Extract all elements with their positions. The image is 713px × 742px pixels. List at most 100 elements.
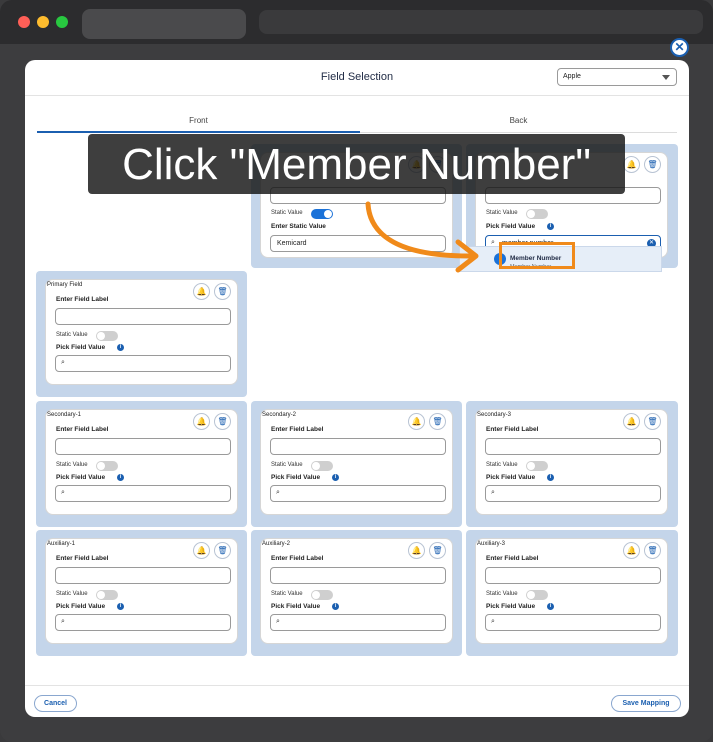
trash-icon[interactable]: 🗑 — [429, 413, 446, 430]
static-value-field-label: Enter Static Value — [271, 223, 326, 230]
pick-field-value-label: Pick Field Value — [486, 474, 536, 481]
address-bar[interactable] — [259, 10, 703, 34]
bell-icon[interactable]: 🔔 — [193, 542, 210, 559]
field-label-input[interactable] — [55, 567, 231, 584]
search-icon: ⌕ — [276, 618, 280, 625]
field-label-input[interactable] — [270, 438, 446, 455]
card-title: Secondary-1 — [47, 412, 82, 418]
save-mapping-button[interactable]: Save Mapping — [611, 695, 681, 712]
trash-icon[interactable]: 🗑 — [644, 413, 661, 430]
pick-field-search-input[interactable]: ⌕ — [55, 355, 231, 372]
search-icon: ⌕ — [61, 359, 65, 366]
info-icon[interactable]: i — [117, 474, 124, 481]
static-value-toggle[interactable] — [311, 461, 333, 471]
pick-field-value-label: Pick Field Value — [56, 474, 106, 481]
pick-field-search-input[interactable]: ⌕ — [485, 485, 661, 502]
field-card: Secondary-1 🔔 🗑 Enter Field Label Static… — [45, 409, 238, 515]
card-title: Secondary-3 — [477, 412, 512, 418]
pick-field-search-input[interactable]: ⌕ — [55, 485, 231, 502]
minimize-window-button[interactable] — [37, 16, 49, 28]
field-label-label: Enter Field Label — [56, 296, 109, 303]
trash-icon[interactable]: 🗑 — [214, 413, 231, 430]
platform-select[interactable]: Apple — [557, 68, 677, 86]
bell-icon[interactable]: 🔔 — [193, 283, 210, 300]
field-label-input[interactable] — [270, 567, 446, 584]
card-title: Auxiliary-1 — [47, 541, 76, 547]
field-card: Secondary-2 🔔 🗑 Enter Field Label Static… — [260, 409, 453, 515]
pick-field-value-label: Pick Field Value — [271, 474, 321, 481]
browser-titlebar — [0, 0, 713, 44]
field-label-label: Enter Field Label — [486, 555, 539, 562]
platform-select-value: Apple — [563, 73, 581, 80]
pick-field-search-input[interactable]: ⌕ — [485, 614, 661, 631]
pick-field-search-input[interactable]: ⌕ — [270, 485, 446, 502]
bell-icon[interactable]: 🔔 — [623, 413, 640, 430]
info-icon[interactable]: i — [117, 344, 124, 351]
pick-field-search-input[interactable]: ⌕ — [270, 614, 446, 631]
info-icon[interactable]: i — [332, 474, 339, 481]
static-value-label: Static Value — [56, 462, 88, 468]
static-value-toggle[interactable] — [526, 209, 548, 219]
pick-field-value-label: Pick Field Value — [271, 603, 321, 610]
static-value-toggle[interactable] — [526, 461, 548, 471]
modal-header: Field Selection Apple — [25, 60, 689, 96]
info-icon[interactable]: i — [332, 603, 339, 610]
field-label-input[interactable] — [485, 567, 661, 584]
app-window: ✕ Field Selection Apple Front Back 🔔 🗑 S… — [0, 0, 713, 742]
search-icon: ⌕ — [491, 618, 495, 625]
field-card: Auxiliary-2 🔔 🗑 Enter Field Label Static… — [260, 538, 453, 644]
card-title: Auxiliary-2 — [262, 541, 291, 547]
trash-icon[interactable]: 🗑 — [644, 542, 661, 559]
modal-footer: Cancel Save Mapping — [25, 685, 689, 717]
auxiliary-1-panel: Auxiliary-1 🔔 🗑 Enter Field Label Static… — [36, 530, 247, 656]
browser-tab[interactable] — [82, 9, 246, 39]
trash-icon[interactable]: 🗑 — [214, 542, 231, 559]
card-title: Secondary-2 — [262, 412, 297, 418]
card-title: Primary Field — [47, 282, 83, 288]
field-card: Primary Field 🔔 🗑 Enter Field Label Stat… — [45, 279, 238, 385]
pick-field-search-input[interactable]: ⌕ — [55, 614, 231, 631]
auxiliary-2-panel: Auxiliary-2 🔔 🗑 Enter Field Label Static… — [251, 530, 462, 656]
search-icon: ⌕ — [276, 489, 280, 496]
auxiliary-3-panel: Auxiliary-3 🔔 🗑 Enter Field Label Static… — [466, 530, 678, 656]
bell-icon[interactable]: 🔔 — [623, 542, 640, 559]
trash-icon[interactable]: 🗑 — [429, 542, 446, 559]
bell-icon[interactable]: 🔔 — [623, 156, 640, 173]
secondary-2-panel: Secondary-2 🔔 🗑 Enter Field Label Static… — [251, 401, 462, 527]
maximize-window-button[interactable] — [56, 16, 68, 28]
instruction-overlay: Click "Member Number" — [88, 134, 625, 194]
tab-front[interactable]: Front — [37, 116, 360, 125]
static-value-toggle[interactable] — [311, 590, 333, 600]
static-value-label: Static Value — [486, 462, 518, 468]
close-modal-icon[interactable]: ✕ — [670, 38, 689, 57]
field-label-input[interactable] — [55, 308, 231, 325]
bell-icon[interactable]: 🔔 — [408, 413, 425, 430]
tab-back[interactable]: Back — [360, 116, 677, 125]
info-icon[interactable]: i — [547, 474, 554, 481]
info-icon[interactable]: i — [547, 603, 554, 610]
static-value-toggle[interactable] — [96, 461, 118, 471]
cancel-button[interactable]: Cancel — [34, 695, 77, 712]
field-card: Secondary-3 🔔 🗑 Enter Field Label Static… — [475, 409, 668, 515]
info-icon[interactable]: i — [117, 603, 124, 610]
info-icon[interactable]: i — [547, 223, 554, 230]
search-icon: ⌕ — [61, 618, 65, 625]
static-value-toggle[interactable] — [96, 331, 118, 341]
trash-icon[interactable]: 🗑 — [644, 156, 661, 173]
field-label-input[interactable] — [55, 438, 231, 455]
search-icon: ⌕ — [491, 489, 495, 496]
field-label-input[interactable] — [485, 438, 661, 455]
field-label-label: Enter Field Label — [56, 426, 109, 433]
field-label-label: Enter Field Label — [271, 426, 324, 433]
close-window-button[interactable] — [18, 16, 30, 28]
static-value-toggle[interactable] — [526, 590, 548, 600]
pick-field-value-label: Pick Field Value — [486, 603, 536, 610]
trash-icon[interactable]: 🗑 — [214, 283, 231, 300]
bell-icon[interactable]: 🔔 — [193, 413, 210, 430]
static-value-label: Static Value — [486, 591, 518, 597]
static-value-toggle[interactable] — [96, 590, 118, 600]
static-value-toggle[interactable] — [311, 209, 333, 219]
tab-front-underline — [37, 131, 360, 133]
bell-icon[interactable]: 🔔 — [408, 542, 425, 559]
field-label-label: Enter Field Label — [271, 555, 324, 562]
